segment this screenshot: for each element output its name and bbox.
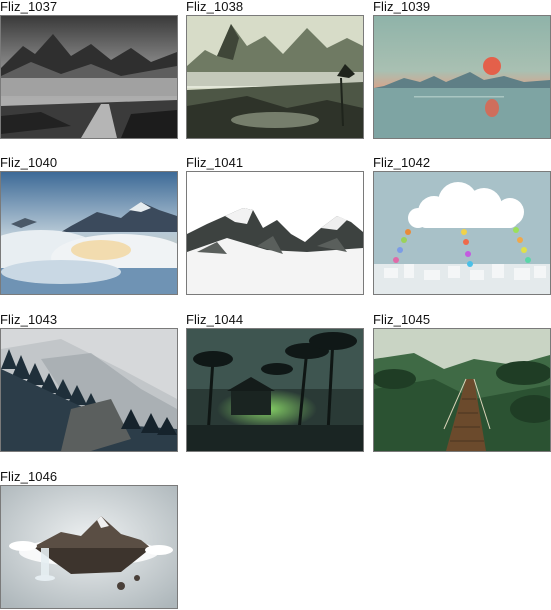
gallery-item[interactable]: Fliz_1045 xyxy=(373,313,551,452)
thumbnail-image[interactable] xyxy=(186,15,364,139)
thumbnail-image[interactable] xyxy=(0,485,178,609)
thumbnail-image[interactable] xyxy=(186,328,364,452)
thumbnail-image[interactable] xyxy=(0,328,178,452)
floating-island-image xyxy=(1,486,177,608)
gallery-item[interactable]: Fliz_1040 xyxy=(0,156,178,295)
dark-jungle-hut-image xyxy=(187,329,363,451)
ink-landscape-image xyxy=(187,16,363,138)
gallery-item[interactable]: Fliz_1046 xyxy=(0,470,178,609)
gallery-item[interactable]: Fliz_1037 xyxy=(0,0,178,139)
red-sun-sea-image xyxy=(374,16,550,138)
thumbnail-image[interactable] xyxy=(186,171,364,295)
thumbnail-image[interactable] xyxy=(0,15,178,139)
gallery-item[interactable]: Fliz_1044 xyxy=(186,313,364,452)
peaks-above-clouds-image xyxy=(1,172,177,294)
item-label: Fliz_1042 xyxy=(373,155,431,170)
item-label: Fliz_1038 xyxy=(186,0,244,14)
item-label: Fliz_1045 xyxy=(373,312,431,327)
item-label: Fliz_1039 xyxy=(373,0,431,14)
item-label: Fliz_1044 xyxy=(186,312,244,327)
snowy-mountain-range-image xyxy=(187,172,363,294)
item-label: Fliz_1043 xyxy=(0,312,58,327)
gallery-item[interactable]: Fliz_1041 xyxy=(186,156,364,295)
gallery-item[interactable]: Fliz_1043 xyxy=(0,313,178,452)
misty-mountain-path-image xyxy=(1,16,177,138)
thumbnail-image[interactable] xyxy=(373,15,551,139)
thumbnail-image[interactable] xyxy=(0,171,178,295)
gallery-item[interactable]: Fliz_1038 xyxy=(186,0,364,139)
gallery-item[interactable]: Fliz_1042 xyxy=(373,156,551,295)
thumbnail-image[interactable] xyxy=(373,328,551,452)
item-label: Fliz_1040 xyxy=(0,155,58,170)
item-label: Fliz_1041 xyxy=(186,155,244,170)
gallery-item[interactable]: Fliz_1039 xyxy=(373,0,551,139)
jungle-rope-bridge-image xyxy=(374,329,550,451)
thumbnail-image[interactable] xyxy=(373,171,551,295)
item-label: Fliz_1046 xyxy=(0,469,58,484)
cloud-colored-drops-image xyxy=(374,172,550,294)
item-label: Fliz_1037 xyxy=(0,0,58,14)
snowy-pine-forest-image xyxy=(1,329,177,451)
